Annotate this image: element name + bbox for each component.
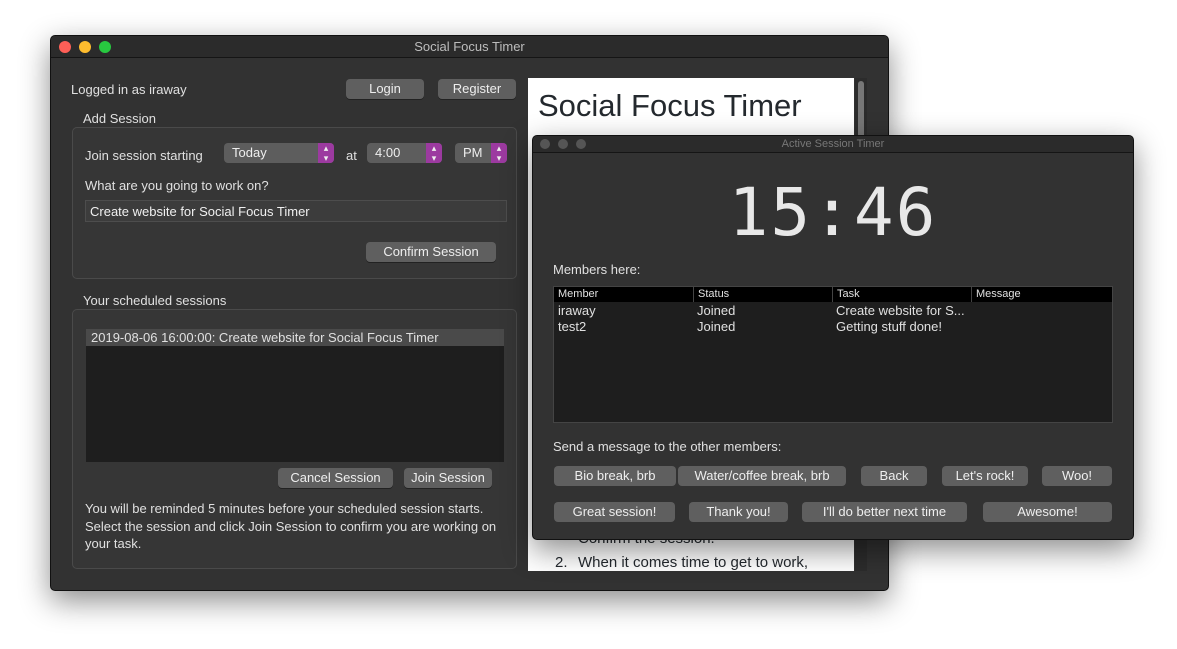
timer-display: 15:46 xyxy=(728,174,938,251)
timer-window: Active Session Timer 15:46 Members here:… xyxy=(532,135,1134,540)
chevron-updown-icon: ▴ ▾ xyxy=(491,143,507,163)
scheduled-box: 2019-08-06 16:00:00: Create website for … xyxy=(72,309,517,569)
register-button[interactable]: Register xyxy=(438,79,516,99)
minimize-button[interactable] xyxy=(79,41,91,53)
cell-task: Getting stuff done! xyxy=(836,319,942,334)
list-item[interactable]: 2019-08-06 16:00:00: Create website for … xyxy=(86,329,504,346)
cell-member: iraway xyxy=(558,303,596,318)
add-session-heading: Add Session xyxy=(83,111,156,126)
chevron-updown-icon: ▴ ▾ xyxy=(318,143,334,163)
main-title-bar: Social Focus Timer xyxy=(51,36,888,58)
zoom-button[interactable] xyxy=(576,139,586,149)
minimize-button[interactable] xyxy=(558,139,568,149)
at-label: at xyxy=(346,148,357,163)
cell-task: Create website for S... xyxy=(836,303,965,318)
cell-status: Joined xyxy=(697,303,736,318)
login-button[interactable]: Login xyxy=(346,79,424,99)
table-row[interactable]: test2 Joined Getting stuff done! xyxy=(558,319,1108,335)
msg-bio-break-button[interactable]: Bio break, brb xyxy=(554,466,676,486)
window-title: Social Focus Timer xyxy=(414,39,525,54)
scheduled-heading: Your scheduled sessions xyxy=(83,293,227,308)
message-row-2: Great session! Thank you! I'll do better… xyxy=(533,502,1133,522)
join-session-button[interactable]: Join Session xyxy=(404,468,492,488)
work-label: What are you going to work on? xyxy=(85,178,269,193)
msg-back-button[interactable]: Back xyxy=(861,466,927,486)
web-title: Social Focus Timer xyxy=(538,88,802,123)
column-status[interactable]: Status xyxy=(693,287,729,302)
add-session-box: Join session starting Today ▴ ▾ at 4:00 ▴ ▾ … xyxy=(72,127,517,279)
close-button[interactable] xyxy=(540,139,550,149)
message-row-1: Bio break, brb Water/coffee break, brb B… xyxy=(533,466,1133,486)
web-item2-text: When it comes time to get to work, xyxy=(578,554,809,571)
column-task[interactable]: Task xyxy=(832,287,860,302)
msg-awesome-button[interactable]: Awesome! xyxy=(983,502,1112,522)
sessions-list[interactable]: 2019-08-06 16:00:00: Create website for … xyxy=(86,329,504,462)
send-label: Send a message to the other members: xyxy=(553,439,782,454)
msg-lets-rock-button[interactable]: Let's rock! xyxy=(942,466,1028,486)
column-member[interactable]: Member xyxy=(554,287,598,302)
msg-water-break-button[interactable]: Water/coffee break, brb xyxy=(678,466,846,486)
chevron-updown-icon: ▴ ▾ xyxy=(426,143,442,163)
msg-do-better-button[interactable]: I'll do better next time xyxy=(802,502,967,522)
members-table[interactable]: Member Status Task Message iraway Joined… xyxy=(553,286,1113,423)
reminder-note: You will be reminded 5 minutes before yo… xyxy=(85,501,497,551)
msg-thank-you-button[interactable]: Thank you! xyxy=(689,502,788,522)
confirm-session-button[interactable]: Confirm Session xyxy=(366,242,496,262)
window-title: Active Session Timer xyxy=(781,138,885,150)
msg-great-session-button[interactable]: Great session! xyxy=(554,502,675,522)
table-row[interactable]: iraway Joined Create website for S... xyxy=(558,303,1108,319)
msg-woo-button[interactable]: Woo! xyxy=(1042,466,1112,486)
join-label: Join session starting xyxy=(85,148,203,163)
table-header: Member Status Task Message xyxy=(554,287,1112,302)
ampm-value: PM xyxy=(463,145,483,160)
timer-title-bar: Active Session Timer xyxy=(533,136,1133,153)
close-button[interactable] xyxy=(59,41,71,53)
ampm-select[interactable]: PM ▴ ▾ xyxy=(455,143,507,163)
column-message[interactable]: Message xyxy=(971,287,1021,302)
cancel-session-button[interactable]: Cancel Session xyxy=(278,468,393,488)
scrollbar-thumb[interactable] xyxy=(858,81,864,141)
zoom-button[interactable] xyxy=(99,41,111,53)
cell-member: test2 xyxy=(558,319,587,334)
members-label: Members here: xyxy=(553,262,641,277)
day-select[interactable]: Today ▴ ▾ xyxy=(224,143,334,163)
logged-in-text: Logged in as iraway xyxy=(71,82,187,97)
cell-status: Joined xyxy=(697,319,736,334)
day-value: Today xyxy=(232,145,267,160)
time-select[interactable]: 4:00 ▴ ▾ xyxy=(367,143,442,163)
time-value: 4:00 xyxy=(375,145,401,160)
task-input[interactable]: Create website for Social Focus Timer xyxy=(85,200,507,222)
web-item2-num: 2. xyxy=(555,554,568,571)
